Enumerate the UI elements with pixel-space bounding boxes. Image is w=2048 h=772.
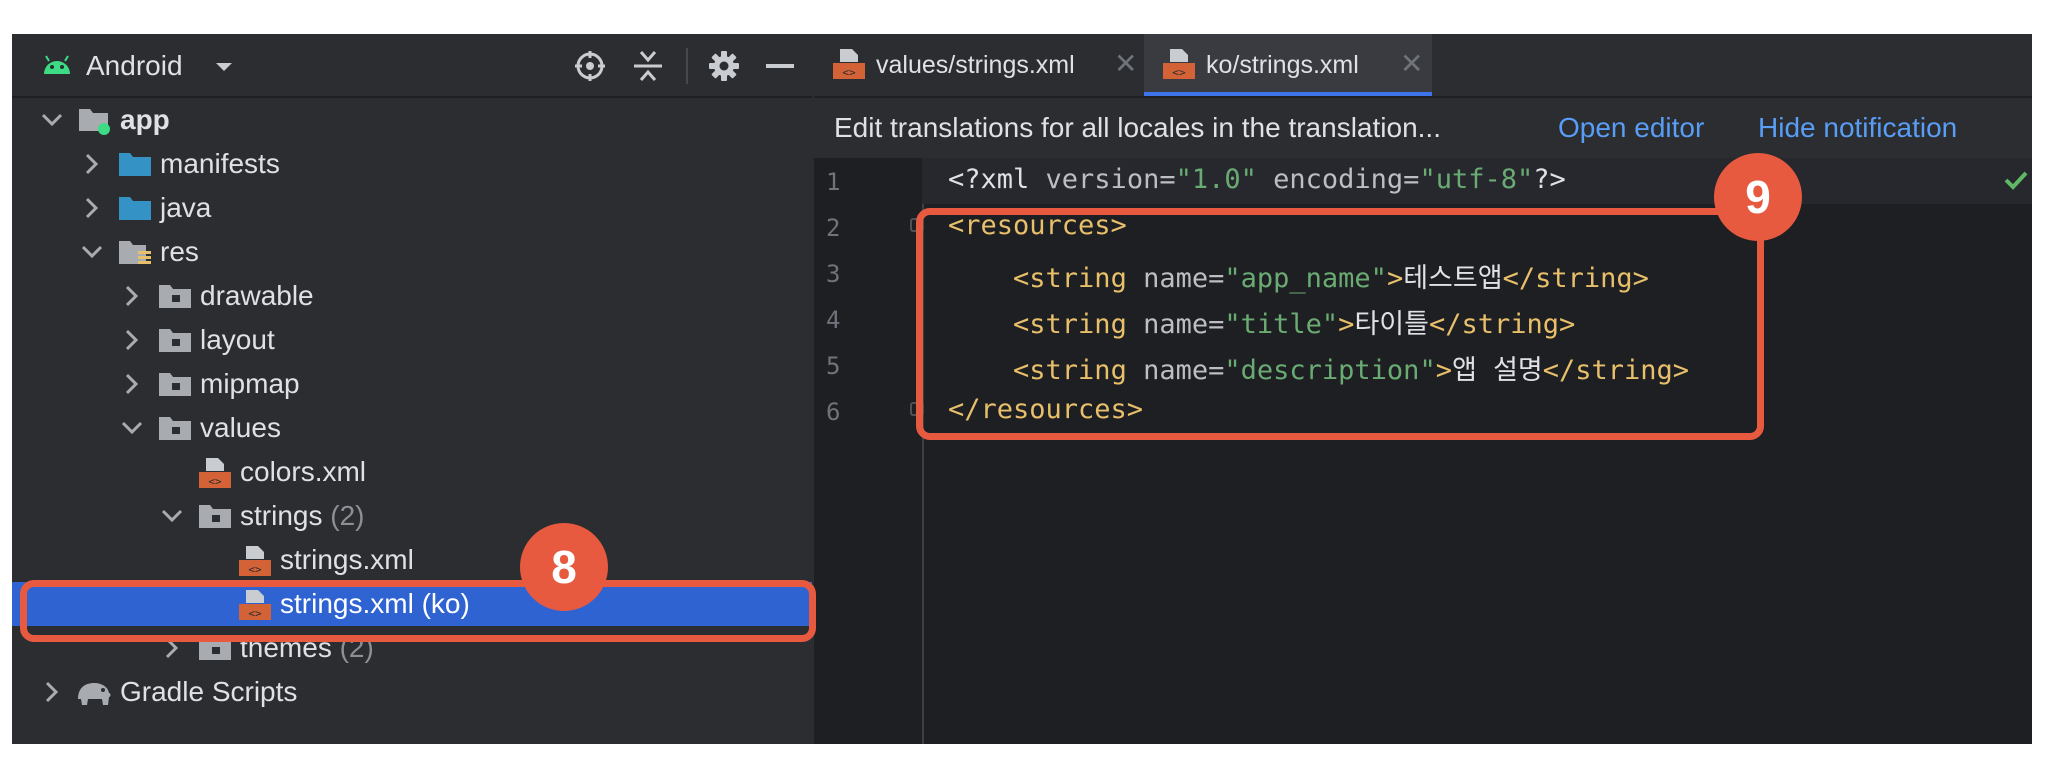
tree-item-mipmap[interactable]: mipmap <box>12 362 812 406</box>
tree-item-java[interactable]: java <box>12 186 812 230</box>
line-number: 5 <box>826 352 841 380</box>
tree-item-manifests[interactable]: manifests <box>12 142 812 186</box>
folder-icon <box>158 413 192 443</box>
module-folder-icon <box>78 105 112 135</box>
resource-folder-icon <box>118 237 152 267</box>
tree-item-label: app <box>120 104 170 135</box>
tab-ko-strings-xml[interactable]: <> ko/strings.xml ✕ <box>1144 34 1432 96</box>
chevron-right-icon[interactable] <box>118 282 146 310</box>
tab-label: ko/strings.xml <box>1206 51 1359 79</box>
chevron-right-icon[interactable] <box>78 150 106 178</box>
tree-item-strings-xml[interactable]: <> strings.xml <box>12 538 812 582</box>
annotation-badge-9: 9 <box>1714 153 1802 241</box>
tree-item-label: colors.xml <box>240 456 367 487</box>
line-number: 4 <box>826 306 841 334</box>
tree-item-label: strings.xml <box>280 544 414 575</box>
hide-notification-link[interactable]: Hide notification <box>1758 112 1957 144</box>
line-number: 2 <box>826 214 841 242</box>
chevron-right-icon[interactable] <box>38 678 66 706</box>
tab-label: values/strings.xml <box>876 51 1075 79</box>
toolbar-divider <box>686 48 688 84</box>
chevron-down-icon[interactable] <box>38 106 66 134</box>
tree-item-layout[interactable]: layout <box>12 318 812 362</box>
tree-item-label: manifests <box>160 148 280 179</box>
locate-icon[interactable] <box>568 44 612 88</box>
tree-item-drawable[interactable]: drawable <box>12 274 812 318</box>
line-number: 6 <box>826 398 841 426</box>
collapse-all-icon[interactable] <box>626 44 670 88</box>
chevron-right-icon[interactable] <box>118 326 146 354</box>
svg-text:<>: <> <box>842 66 856 79</box>
check-icon <box>2004 170 2028 195</box>
xml-file-icon: <> <box>1162 48 1196 85</box>
tree-item-label: mipmap <box>200 368 300 399</box>
tab-values-strings-xml[interactable]: <> values/strings.xml ✕ <box>814 34 1144 96</box>
xml-file-icon: <> <box>198 457 232 488</box>
tree-item-res[interactable]: res <box>12 230 812 274</box>
tree-item-colors-xml[interactable]: <> colors.xml <box>12 450 812 494</box>
tree-item-label: Gradle Scripts <box>120 676 298 707</box>
code-line-1: <?xml version="1.0" encoding="utf-8"?> <box>948 164 1566 195</box>
folder-icon <box>198 501 232 531</box>
project-panel-header: Android <box>12 34 812 98</box>
annotation-highlight-code-block <box>916 208 1764 440</box>
tree-item-label: drawable <box>200 280 314 311</box>
line-number: 3 <box>826 260 841 288</box>
tree-item-label: values <box>200 412 281 443</box>
view-dropdown-icon[interactable] <box>214 60 234 78</box>
folder-icon <box>158 325 192 355</box>
xml-file-icon: <> <box>238 545 272 576</box>
translation-notification-banner: Edit translations for all locales in the… <box>814 98 2032 158</box>
annotation-highlight-tree-item <box>20 580 816 642</box>
open-editor-link[interactable]: Open editor <box>1558 112 1704 144</box>
chevron-right-icon[interactable] <box>78 194 106 222</box>
notification-text: Edit translations for all locales in the… <box>834 112 1441 143</box>
svg-text:<>: <> <box>248 563 262 576</box>
xml-file-icon: <> <box>832 48 866 85</box>
editor-tab-bar: <> values/strings.xml ✕ <> ko/strings.xm… <box>814 34 2032 98</box>
line-number-gutter: 1 2 3 4 5 6 <box>814 158 924 744</box>
folder-icon <box>158 281 192 311</box>
tree-item-label: layout <box>200 324 275 355</box>
project-view-label[interactable]: Android <box>86 50 183 82</box>
android-icon <box>42 52 72 81</box>
tree-item-label: java <box>160 192 212 223</box>
tree-item-app[interactable]: app <box>12 98 812 142</box>
chevron-down-icon[interactable] <box>158 502 186 530</box>
tree-item-strings[interactable]: strings (2) <box>12 494 812 538</box>
svg-text:<>: <> <box>208 475 222 488</box>
tree-item-label: strings (2) <box>240 500 365 531</box>
close-icon[interactable]: ✕ <box>1400 47 1423 80</box>
close-icon[interactable]: ✕ <box>1114 47 1137 80</box>
folder-icon <box>118 193 152 223</box>
minimize-icon[interactable] <box>758 44 802 88</box>
chevron-right-icon[interactable] <box>118 370 146 398</box>
folder-icon <box>118 149 152 179</box>
gradle-elephant-icon <box>76 677 111 707</box>
chevron-down-icon[interactable] <box>118 414 146 442</box>
item-count: (2) <box>330 500 365 531</box>
chevron-down-icon[interactable] <box>78 238 106 266</box>
gear-icon[interactable] <box>702 44 746 88</box>
line-number: 1 <box>826 168 841 196</box>
folder-icon <box>158 369 192 399</box>
tree-item-values[interactable]: values <box>12 406 812 450</box>
tree-item-label: res <box>160 236 199 267</box>
tree-item-gradle-scripts[interactable]: Gradle Scripts <box>12 670 812 714</box>
svg-text:<>: <> <box>1172 66 1186 79</box>
annotation-badge-8: 8 <box>520 523 608 611</box>
